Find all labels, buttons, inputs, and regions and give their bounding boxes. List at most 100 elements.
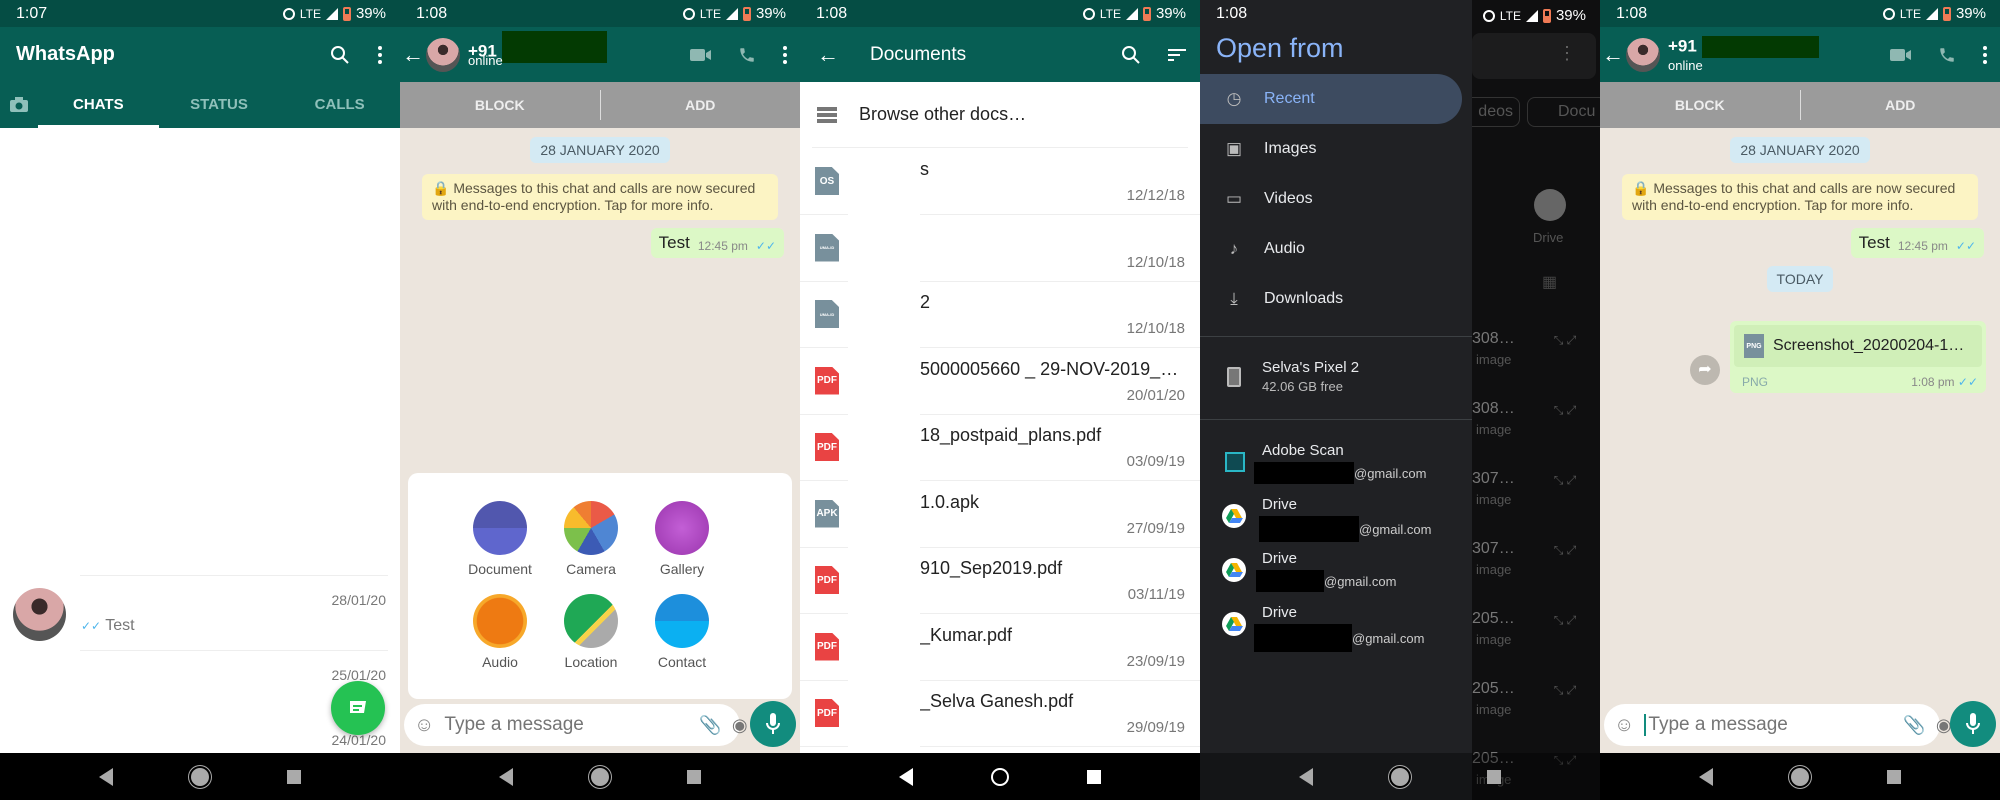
emoji-icon[interactable]: ☺ [414,714,434,737]
phone-icon [1227,367,1241,387]
message-input[interactable] [1644,714,1894,736]
more-options-icon[interactable] [1970,45,2000,65]
file-date: 29/09/19 [1126,719,1185,736]
camera-icon[interactable]: ◉ [732,715,748,736]
encryption-notice[interactable]: 🔒 Messages to this chat and calls are no… [422,174,778,220]
drawer-item-account[interactable]: Adobe Scan @gmail.com [1200,438,1472,492]
nav-back-icon[interactable] [899,767,913,786]
nav-home-icon[interactable] [191,767,209,786]
back-arrow-icon[interactable]: ← [800,42,856,68]
message-input[interactable] [444,714,690,736]
add-contact-button[interactable]: ADD [1801,97,2000,113]
document-list-item[interactable]: PDF 910_Sep2019.pdf 03/11/19 [800,548,1200,614]
expand-icon[interactable]: ⤡ ⤢ [1552,474,1578,486]
drawer-item-videos[interactable]: ▭ Videos [1200,174,1472,224]
drawer-item-recent[interactable]: ◷ Recent [1200,74,1462,124]
grid-view-icon[interactable]: ▦ [1542,272,1557,292]
outgoing-message[interactable]: Test 12:45 pm ✓✓ [650,228,784,258]
outgoing-message[interactable]: Test 12:45 pm ✓✓ [1850,228,1984,258]
file-message[interactable]: PNG Screenshot_20200204-1… PNG 1:08 pm ✓… [1730,321,1986,393]
tab-status[interactable]: STATUS [159,82,280,128]
document-list-item[interactable]: PDF 5000005660 _ 29-NOV-2019_… 20/01/20 [800,348,1200,415]
navigation-drawer: 1:08 Open from ◷ Recent ▣ Images ▭ Videos ♪… [1200,0,1472,800]
browse-other-docs[interactable]: Browse other docs… [812,82,1188,148]
nav-recents-icon[interactable] [1487,769,1501,784]
add-contact-button[interactable]: ADD [601,97,801,113]
voice-record-button[interactable] [750,701,796,747]
nav-recents-icon[interactable] [287,769,301,784]
attach-audio[interactable]: Audio [450,594,550,670]
alarm-icon [682,7,695,20]
voice-call-icon[interactable] [1924,46,1970,64]
drawer-item-account[interactable]: Drive @gmail.com [1200,600,1472,654]
voice-call-icon[interactable] [724,46,770,64]
drawer-item-device[interactable]: Selva's Pixel 2 42.06 GB free [1200,343,1472,413]
nav-back-icon[interactable] [1699,767,1713,786]
document-list-item[interactable]: UMA-ID 2 12/10/18 [800,282,1200,348]
nav-home-icon[interactable] [1391,767,1409,786]
back-arrow-icon[interactable]: ← [1600,42,1626,68]
expand-icon[interactable]: ⤡ ⤢ [1552,544,1578,556]
contact-info[interactable]: +91 online [1668,36,1878,73]
block-button[interactable]: BLOCK [1600,97,1800,113]
nav-back-icon[interactable] [99,767,113,786]
video-call-icon[interactable] [678,48,724,62]
attach-icon[interactable]: 📎 [699,715,721,736]
expand-icon[interactable]: ⤡ ⤢ [1552,684,1578,696]
nav-home-icon[interactable] [1791,767,1809,786]
contact-info[interactable]: +91 online [468,31,678,68]
contact-avatar[interactable] [1626,37,1660,72]
tab-chats[interactable]: CHATS [38,82,159,128]
battery-icon [1542,8,1551,23]
expand-icon[interactable]: ⤡ ⤢ [1552,334,1578,346]
drive-icon[interactable] [1534,189,1566,221]
voice-record-button[interactable] [1950,701,1996,747]
search-icon[interactable] [320,45,360,65]
more-options-icon[interactable] [770,45,800,65]
nav-recents-icon[interactable] [687,769,701,784]
nav-back-icon[interactable] [1299,767,1313,786]
attach-camera[interactable]: Camera [541,501,641,577]
document-list-item[interactable]: APK 1.0.apk 27/09/19 [800,481,1200,548]
document-list-item[interactable]: PDF 18_postpaid_plans.pdf 03/09/19 [800,415,1200,481]
more-options-icon[interactable]: ⋮ [1558,43,1576,64]
document-list-item[interactable]: PDF _Kumar.pdf 23/09/19 [800,614,1200,681]
nav-back-icon[interactable] [499,767,513,786]
attach-location[interactable]: Location [541,594,641,670]
expand-icon[interactable]: ⤡ ⤢ [1552,614,1578,626]
video-call-icon[interactable] [1878,48,1924,62]
camera-tab-icon[interactable] [0,97,38,113]
search-bar[interactable]: ⋮ [1472,33,1596,79]
search-icon[interactable] [1108,45,1154,65]
drawer-item-account[interactable]: Drive @gmail.com [1200,546,1472,600]
drawer-item-images[interactable]: ▣ Images [1200,124,1472,174]
nav-recents-icon[interactable] [1087,769,1101,784]
chip-documents[interactable]: Docu [1527,97,1600,127]
document-list-item[interactable]: OS s 12/12/18 [800,149,1200,215]
forward-icon[interactable]: ➦ [1690,355,1720,385]
attach-document[interactable]: Document [450,501,550,577]
document-list-item[interactable]: PDF _Selva Ganesh.pdf 29/09/19 [800,681,1200,747]
file-name: s [920,159,929,179]
contact-avatar[interactable] [426,37,460,72]
sort-icon[interactable] [1154,48,1200,61]
back-arrow-icon[interactable]: ← [400,42,426,68]
encryption-notice[interactable]: 🔒 Messages to this chat and calls are no… [1622,174,1978,220]
block-button[interactable]: BLOCK [400,97,600,113]
nav-home-icon[interactable] [991,767,1009,786]
attach-contact[interactable]: Contact [632,594,732,670]
nav-recents-icon[interactable] [1887,769,1901,784]
emoji-icon[interactable]: ☺ [1614,714,1634,737]
attach-icon[interactable]: 📎 [1903,715,1925,736]
new-chat-button[interactable] [331,681,385,735]
drawer-item-downloads[interactable]: ⤓ Downloads [1200,274,1472,324]
chat-list-item[interactable]: 28/01/20 ✓✓ Test [0,580,400,650]
more-options-icon[interactable] [360,45,400,65]
drawer-item-audio[interactable]: ♪ Audio [1200,224,1472,274]
tab-calls[interactable]: CALLS [279,82,400,128]
attach-gallery[interactable]: Gallery [632,501,732,577]
drawer-item-account[interactable]: Drive @gmail.com [1200,492,1472,546]
document-list-item[interactable]: UMA-ID 12/10/18 [800,215,1200,282]
expand-icon[interactable]: ⤡ ⤢ [1552,404,1578,416]
nav-home-icon[interactable] [591,767,609,786]
